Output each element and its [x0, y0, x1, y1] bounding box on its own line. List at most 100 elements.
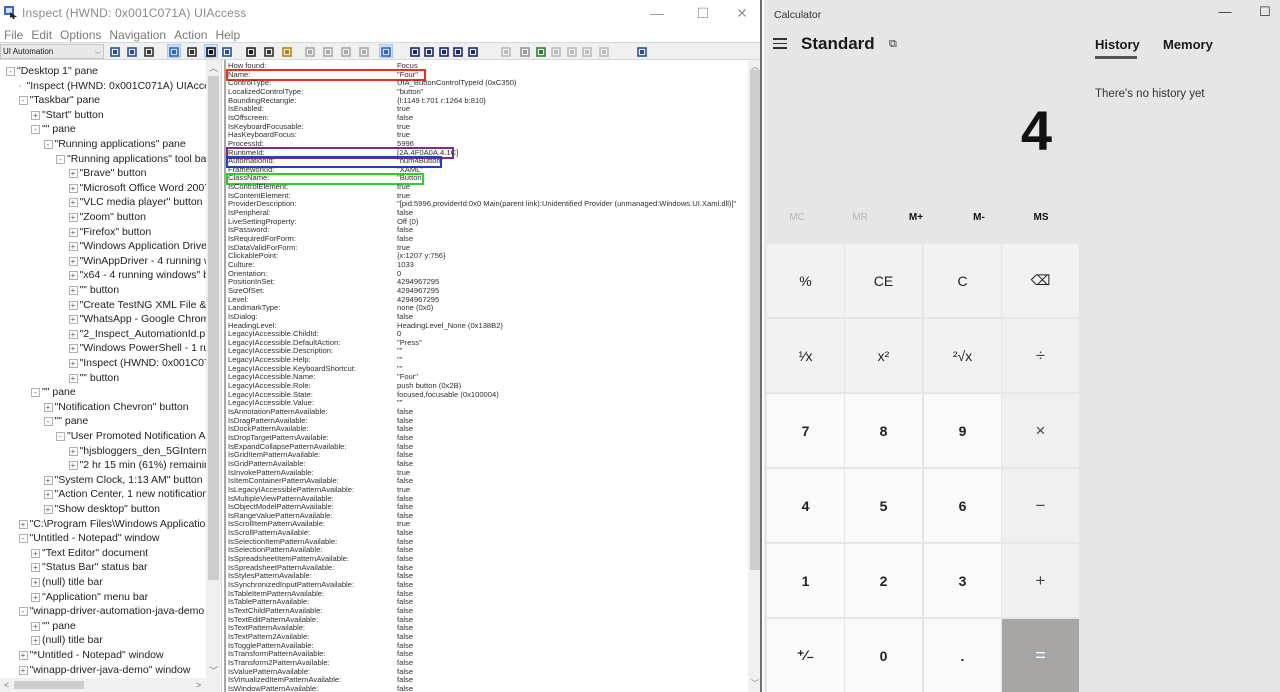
tree-item[interactable]: +"Windows PowerShell - 1 running window"… — [68, 341, 221, 356]
properties-scroll-thumb[interactable] — [750, 70, 760, 570]
plus-button[interactable]: + — [1002, 544, 1079, 617]
expand-icon[interactable]: + — [31, 592, 40, 602]
tree-item[interactable]: +"Action Center, 1 new notification" but… — [43, 487, 221, 502]
tree-item[interactable]: +"Windows Application Driver" button — [68, 239, 221, 254]
refresh-icon[interactable] — [636, 45, 648, 57]
tree-item[interactable]: +"WhatsApp - Google Chrome" button — [68, 312, 221, 327]
expand-icon[interactable]: + — [68, 359, 78, 368]
collapse-icon[interactable]: - — [56, 154, 65, 164]
tree-item[interactable]: +"Create TestNG XML File & Execute" butt… — [68, 298, 221, 313]
expand-collapse-icon[interactable] — [535, 45, 547, 57]
num0-button[interactable]: 0 — [845, 619, 922, 692]
tree-item[interactable]: + "Text Editor" document — [31, 546, 148, 561]
collapse-icon[interactable]: - — [56, 432, 65, 441]
tree-item[interactable]: + (null) title bar — [31, 575, 103, 590]
last-child-icon[interactable] — [467, 45, 479, 57]
equals-button[interactable]: = — [1002, 619, 1079, 692]
expand-icon[interactable]: + — [68, 169, 78, 179]
property-row[interactable]: ClassName: "Button" — [228, 174, 738, 183]
multiply-button[interactable]: × — [1002, 394, 1079, 467]
tree-item[interactable]: + (null) title bar — [31, 633, 103, 648]
tree-item[interactable]: +"2_Inspect_AutomationId.png" button — [68, 327, 221, 342]
expand-icon[interactable]: + — [68, 300, 78, 310]
percent-button[interactable]: % — [767, 244, 844, 317]
show-caret-icon[interactable] — [186, 45, 198, 57]
tree-item[interactable]: -"Inspect (HWND: 0x001C071A) UIAccess" w… — [19, 79, 222, 94]
property-row[interactable]: SizeOfSet: 4294967295 — [228, 286, 738, 296]
tree-item[interactable]: +"Microsoft Office Word 2007" button — [68, 181, 221, 196]
info-icon[interactable] — [409, 45, 421, 57]
inspect-close-button[interactable]: ✕ — [722, 0, 762, 26]
property-row[interactable]: IsRequiredForForm: false — [228, 234, 738, 244]
tree-item[interactable]: +"WinAppDriver - 4 running windows" butt… — [68, 254, 221, 269]
menu-options[interactable]: Options — [56, 27, 105, 43]
property-row[interactable]: LandmarkType: none (0x0) — [228, 304, 738, 313]
expand-icon[interactable]: + — [68, 461, 78, 471]
expand-icon[interactable]: + — [68, 271, 78, 281]
collapse-icon[interactable]: - — [18, 534, 28, 544]
num6-button[interactable]: 6 — [924, 469, 1001, 542]
navigate-down-icon[interactable] — [340, 45, 352, 57]
tree-item[interactable]: + "Firefox" button — [68, 225, 151, 240]
keep-on-top-icon[interactable]: ⧉ — [889, 38, 897, 51]
property-row[interactable]: IsPassword: false — [228, 226, 738, 235]
expand-icon[interactable]: + — [68, 227, 78, 237]
tree-view-icon[interactable] — [379, 44, 393, 58]
hamburger-menu-icon[interactable] — [773, 38, 787, 50]
next-sibling-icon[interactable] — [452, 45, 464, 57]
tree-item[interactable]: - "Untitled - Notepad" window — [18, 531, 160, 546]
property-row[interactable]: IsControlElement: true — [228, 182, 738, 192]
action-1-icon[interactable] — [550, 45, 562, 57]
tree-item[interactable]: + "Notification Chevron" button — [43, 400, 189, 415]
action-3-icon[interactable] — [581, 45, 593, 57]
navigate-right-icon[interactable] — [358, 45, 370, 57]
expand-icon[interactable]: + — [68, 286, 78, 295]
scroll-up-icon[interactable]: ︿ — [206, 61, 221, 74]
explorer-icon[interactable] — [281, 45, 293, 57]
property-row[interactable]: RuntimeId: [2A.4F0A0A.4.1C] — [228, 148, 738, 158]
expand-icon[interactable]: + — [68, 183, 78, 193]
num8-button[interactable]: 8 — [845, 394, 922, 467]
tree-item[interactable]: + "Status Bar" status bar — [31, 560, 148, 575]
show-tree-icon[interactable] — [245, 45, 257, 57]
tree-item[interactable]: - "Taskbar" pane — [18, 93, 100, 108]
tree-item[interactable]: -"winapp-driver-automation-java-demo - .… — [18, 604, 221, 619]
expand-icon[interactable]: + — [68, 344, 78, 354]
num1-button[interactable]: 1 — [767, 544, 844, 617]
expand-icon[interactable]: + — [18, 651, 28, 660]
menu-action[interactable]: Action — [170, 27, 211, 43]
property-row[interactable]: Level: 4294967295 — [228, 295, 738, 305]
expand-icon[interactable]: + — [43, 402, 53, 412]
inspect-minimize-button[interactable]: — — [637, 0, 677, 26]
expand-icon[interactable]: + — [68, 213, 78, 222]
expand-icon[interactable]: + — [31, 548, 40, 558]
tree-item[interactable]: + "Application" menu bar — [31, 590, 148, 605]
inspect-titlebar[interactable]: Inspect (HWND: 0x001C071A) UIAccess — ☐ … — [0, 0, 760, 26]
menu-navigation[interactable]: Navigation — [105, 27, 170, 43]
menu-help[interactable]: Help — [211, 27, 244, 43]
tree-item[interactable]: + "winapp-driver-java-demo" window — [18, 663, 190, 678]
memory-button-ms[interactable]: MS — [1002, 212, 1080, 223]
property-row[interactable]: AutomationId: "num4Button" — [228, 157, 738, 166]
reciprocal-button[interactable]: ¹⁄x — [767, 319, 844, 392]
num9-button[interactable]: 9 — [924, 394, 1001, 467]
action-2-icon[interactable] — [566, 45, 578, 57]
disabled-tree-icon[interactable] — [500, 45, 512, 57]
watch-caret-icon[interactable] — [126, 45, 138, 57]
tree-hscroll-thumb[interactable] — [14, 681, 84, 689]
property-row[interactable]: IsDataValidForForm: true — [228, 243, 738, 253]
property-row[interactable]: LiveSettingProperty: Off (0) — [228, 217, 738, 227]
collapse-icon[interactable]: - — [18, 96, 28, 106]
menu-edit[interactable]: Edit — [27, 27, 56, 43]
tree-item[interactable]: +"2 hr 15 min (61%) remaining" button — [68, 458, 221, 473]
tree-item[interactable]: - "" pane — [31, 385, 76, 400]
property-row[interactable]: Orientation: 0 — [228, 269, 738, 279]
tree-scroll-thumb[interactable] — [208, 76, 219, 580]
expand-icon[interactable]: + — [31, 578, 40, 587]
calculator-maximize-button[interactable]: ☐ — [1250, 4, 1280, 20]
square-root-button[interactable]: ²√x — [924, 319, 1001, 392]
tree-item[interactable]: - "Running applications" pane — [43, 137, 186, 152]
show-highlight-rectangle-icon[interactable] — [167, 44, 181, 58]
collapse-icon[interactable]: - — [43, 417, 53, 427]
tab-memory[interactable]: Memory — [1163, 37, 1213, 52]
